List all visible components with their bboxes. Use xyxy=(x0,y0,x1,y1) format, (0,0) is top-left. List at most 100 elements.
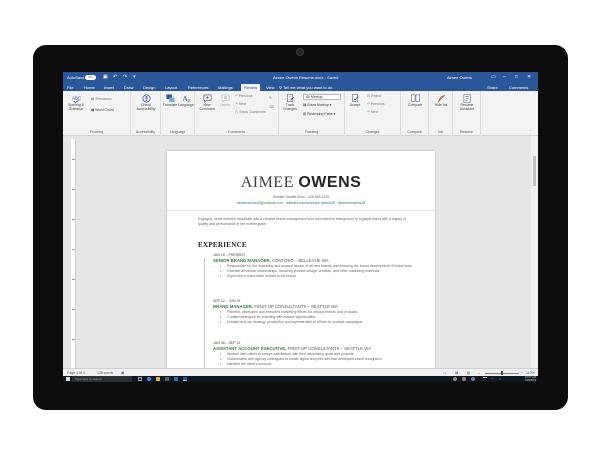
zoom-out-icon[interactable]: – xyxy=(478,371,480,375)
next-change-button[interactable]: ↷ Next xyxy=(367,110,378,114)
reviewing-pane-button[interactable]: ▥ Reviewing Pane ▾ xyxy=(303,112,335,116)
user-name[interactable]: Aimee Owens xyxy=(447,75,472,80)
tab-file[interactable]: File xyxy=(67,85,73,90)
new-comment-button[interactable]: New Comment xyxy=(197,94,217,111)
tell-me-search[interactable]: ⚲ Tell me what you want to do xyxy=(279,85,332,90)
undo-icon[interactable]: ↶ xyxy=(113,74,117,80)
task-view-icon[interactable] xyxy=(138,377,142,381)
resume-assistant-button[interactable]: Resume Assistant xyxy=(456,94,478,111)
tab-draw[interactable]: Draw xyxy=(124,85,133,90)
contact-links[interactable]: aimeeowens25@outlook.com · linkedin.com/… xyxy=(167,201,435,205)
word-icon[interactable] xyxy=(183,377,187,381)
screen: AutoSave On ▣ ↶ ↷ ▾ Aimee Owens Resume.d… xyxy=(63,72,538,382)
spelling-grammar-button[interactable]: ABC Spelling & Grammar xyxy=(65,94,87,111)
customize-qat-icon[interactable]: ▾ xyxy=(133,74,136,80)
scrollbar-thumb[interactable] xyxy=(533,156,536,186)
comments-button[interactable]: Comments xyxy=(509,85,528,90)
zoom-in-icon[interactable]: + xyxy=(521,371,523,375)
thesaurus-button[interactable]: ▤ Thesaurus xyxy=(91,97,112,101)
collapse-ribbon-icon[interactable]: ⌃ xyxy=(529,129,532,133)
eraser-icon[interactable]: ⌫ xyxy=(269,105,274,109)
show-comments-label: Show Comments xyxy=(239,110,266,114)
proofing-status-icon[interactable]: ▣ xyxy=(121,371,124,375)
check-accessibility-button[interactable]: Check Accessibility xyxy=(133,94,159,111)
taskbar-clock[interactable]: 10:07 AM 1/10/2019 xyxy=(518,376,536,382)
accept-button[interactable]: Accept xyxy=(347,94,363,107)
contact-line: Greater Seattle Area · 425.555.0100 xyxy=(272,195,330,199)
group-label-accessibility: Accessibility xyxy=(135,130,156,134)
ribbon: ABC Spelling & Grammar ▤ Thesaurus ▦ Wor… xyxy=(63,91,538,136)
show-markup-button[interactable]: ▤ Show Markup ▾ xyxy=(303,103,331,107)
tab-home[interactable]: Home xyxy=(84,85,95,90)
delete-comment-button[interactable]: Delete xyxy=(218,94,232,107)
tab-layout[interactable]: Layout xyxy=(165,85,177,90)
zoom-slider-handle[interactable] xyxy=(501,371,503,375)
edge-icon[interactable] xyxy=(147,377,151,381)
job-entry: SEP 12 – JUN 15 BRAND MANAGER, FIRST UP … xyxy=(213,299,423,325)
autosave-toggle[interactable]: On xyxy=(85,75,96,80)
list-item: Handled the client's account. xyxy=(213,362,423,367)
tab-review[interactable]: Review xyxy=(241,84,261,91)
windows-start-icon[interactable] xyxy=(66,377,70,381)
contact-avatar-icon[interactable] xyxy=(471,377,475,381)
job-company: FIRST UP CONSULTANTS – SEATTLE WA xyxy=(287,346,371,351)
read-mode-icon[interactable]: ▤ xyxy=(455,371,458,375)
markup-select[interactable]: All Markup xyxy=(303,94,341,100)
focus-mode-icon[interactable]: ▭ xyxy=(443,371,446,375)
tab-references[interactable]: References xyxy=(188,85,208,90)
group-label-language: Language xyxy=(169,130,186,134)
show-markup-label: Show Markup xyxy=(307,103,329,107)
compare-button[interactable]: Compare xyxy=(404,94,426,107)
objective-paragraph: Engaged, detail oriented candidate with … xyxy=(198,217,406,226)
translate-button[interactable]: Translate xyxy=(162,94,178,107)
track-changes-button[interactable]: Track Changes xyxy=(281,94,299,111)
wifi-icon[interactable]: ◠ xyxy=(491,377,495,381)
group-compare: Compare Compare xyxy=(401,91,429,136)
tablet-device: AutoSave On ▣ ↶ ↷ ▾ Aimee Owens Resume.d… xyxy=(33,45,568,410)
contact-avatar-icon[interactable] xyxy=(462,377,466,381)
camera xyxy=(296,48,304,56)
previous-change-button[interactable]: ↶ Previous xyxy=(367,102,385,106)
document-page[interactable]: AIMEE OWENS Greater Seattle Area · 425.5… xyxy=(167,151,435,368)
next-comment-button[interactable]: ↷ Next xyxy=(235,102,246,106)
mail-icon[interactable] xyxy=(174,377,178,381)
contact-avatar-icon[interactable] xyxy=(453,377,457,381)
volume-icon[interactable]: ◖ xyxy=(499,377,503,381)
file-explorer-icon[interactable] xyxy=(156,377,160,381)
tab-design[interactable]: Design xyxy=(143,85,155,90)
ink-pen-icon[interactable]: ✎ xyxy=(269,96,272,100)
job-dates: JUN 15 – PRESENT xyxy=(213,253,246,257)
group-accessibility: Check Accessibility Accessibility xyxy=(131,91,161,136)
word-count-button[interactable]: ▦ Word Count xyxy=(91,108,114,112)
print-layout-icon[interactable]: ▥ xyxy=(467,371,470,375)
share-button[interactable]: Share xyxy=(487,85,498,90)
autosave-label: AutoSave xyxy=(67,75,85,80)
maximize-icon[interactable]: □ xyxy=(515,74,518,80)
taskbar-search[interactable]: Type here to search xyxy=(72,376,132,382)
accept-label: Accept xyxy=(349,103,361,107)
tab-view[interactable]: View xyxy=(266,85,275,90)
hide-ink-button[interactable]: Hide Ink xyxy=(431,94,451,107)
store-icon[interactable] xyxy=(165,377,169,381)
compare-icon xyxy=(410,94,420,102)
ribbon-display-icon[interactable]: ▭ xyxy=(491,74,496,80)
word-count[interactable]: 125 words xyxy=(97,371,113,375)
markup-select-value: All Markup xyxy=(306,95,323,99)
redo-icon[interactable]: ↷ xyxy=(123,74,127,80)
show-comments-button[interactable]: ▢ Show Comments xyxy=(235,110,266,114)
ruler-mark xyxy=(72,219,75,220)
reject-button[interactable]: ☒ Reject xyxy=(367,94,381,98)
page-count[interactable]: Page 1 of 1 xyxy=(67,371,85,375)
language-button[interactable]: A字 Language xyxy=(178,94,194,107)
close-icon[interactable]: ✕ xyxy=(527,74,531,80)
system-tray-icon[interactable] xyxy=(483,377,487,381)
tab-insert[interactable]: Insert xyxy=(104,85,114,90)
vertical-scrollbar[interactable] xyxy=(531,136,538,368)
tab-mailings[interactable]: Mailings xyxy=(218,85,233,90)
previous-comment-button[interactable]: ↶ Previous xyxy=(235,94,253,98)
zoom-level[interactable]: 110% xyxy=(526,371,535,375)
compare-label: Compare xyxy=(407,103,423,107)
minimize-icon[interactable]: – xyxy=(503,74,506,80)
track-changes-label: Track Changes xyxy=(282,103,297,111)
save-icon[interactable]: ▣ xyxy=(103,74,108,80)
